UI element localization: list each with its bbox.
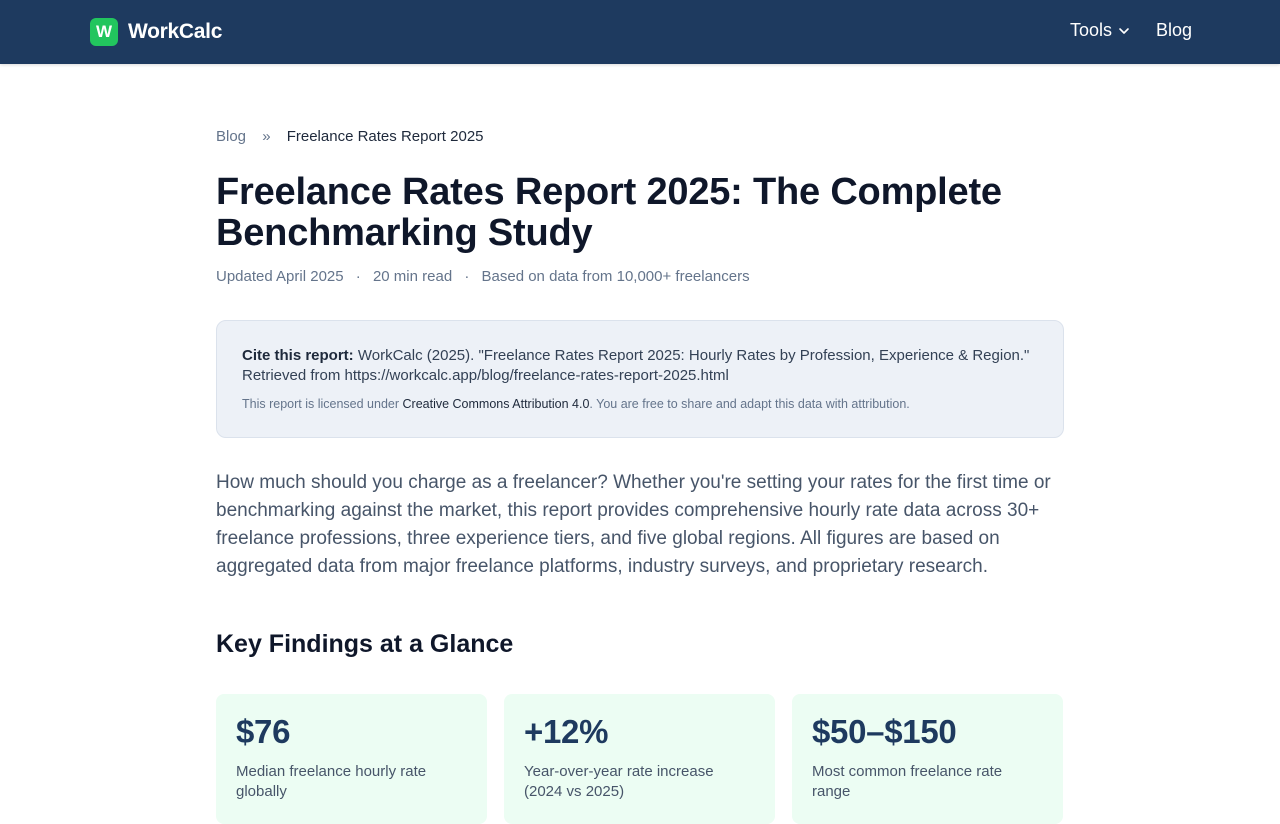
- stat-card-median-rate: $76 Median freelance hourly rate globall…: [216, 694, 487, 824]
- key-findings-cards: $76 Median freelance hourly rate globall…: [216, 694, 1064, 824]
- breadcrumb: Blog » Freelance Rates Report 2025: [216, 128, 484, 145]
- meta-source: Based on data from 10,000+ freelancers: [481, 268, 750, 285]
- stat-card-rate-range: $50–$150 Most common freelance rate rang…: [792, 694, 1063, 824]
- meta-separator: ·: [355, 268, 361, 285]
- meta-updated: Updated April 2025: [216, 268, 344, 285]
- citation-label: Cite this report:: [242, 347, 354, 364]
- nav-blog-link[interactable]: Blog: [1156, 20, 1192, 41]
- article-meta: Updated April 2025 · 20 min read · Based…: [216, 268, 750, 285]
- stat-label: Median freelance hourly rate globally: [236, 763, 427, 800]
- license-link[interactable]: Creative Commons Attribution 4.0: [403, 397, 590, 411]
- nav-tools-dropdown[interactable]: Tools: [1070, 20, 1130, 41]
- top-navbar: W WorkCalc Tools Blog: [0, 0, 1280, 64]
- breadcrumb-current: Freelance Rates Report 2025: [286, 128, 484, 145]
- logo-text: WorkCalc: [128, 20, 223, 43]
- page-title: Freelance Rates Report 2025: The Complet…: [216, 171, 1002, 254]
- license-prefix: This report is licensed under: [242, 397, 400, 411]
- logo-icon: W: [90, 18, 118, 46]
- stat-value: +12%: [524, 713, 609, 750]
- main-nav: Tools Blog: [1070, 20, 1192, 41]
- breadcrumb-separator: »: [262, 128, 271, 145]
- citation-body: WorkCalc (2025). "Freelance Rates Report…: [242, 347, 1030, 384]
- meta-separator: ·: [464, 268, 470, 285]
- breadcrumb-blog-link[interactable]: Blog: [216, 128, 246, 145]
- stat-label: Most common freelance rate range: [812, 763, 1003, 800]
- stat-label: Year-over-year rate increase (2024 vs 20…: [524, 763, 714, 800]
- meta-read-time: 20 min read: [372, 268, 453, 285]
- license-suffix: . You are free to share and adapt this d…: [589, 397, 910, 411]
- key-findings-heading: Key Findings at a Glance: [216, 630, 514, 658]
- nav-tools-label: Tools: [1069, 20, 1112, 40]
- stat-value: $50–$150: [812, 713, 957, 750]
- stat-value: $76: [236, 713, 291, 750]
- citation-box: Cite this report: WorkCalc (2025). "Free…: [216, 320, 1064, 438]
- chevron-down-icon: [1119, 27, 1129, 34]
- citation-text: Cite this report: WorkCalc (2025). "Free…: [242, 346, 1039, 386]
- license-note: This report is licensed under Creative C…: [242, 397, 1039, 411]
- stat-card-yoy-increase: +12% Year-over-year rate increase (2024 …: [504, 694, 775, 824]
- site-logo[interactable]: W WorkCalc: [90, 18, 222, 46]
- intro-paragraph: How much should you charge as a freelanc…: [216, 472, 1051, 577]
